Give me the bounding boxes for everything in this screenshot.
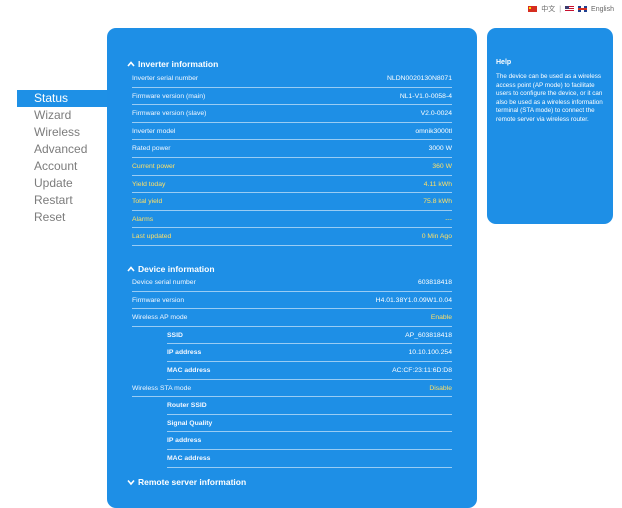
language-chinese-link[interactable]: 中文 [541,4,555,14]
sidebar-item-update[interactable]: Update [17,175,107,192]
china-flag-icon[interactable] [528,6,538,12]
table-row: Alarms --- [132,211,452,229]
device-info-table: Device serial number 603818418 Firmware v… [132,274,452,468]
table-row: Wireless STA mode Disable [132,380,452,398]
row-value: 603818418 [417,279,452,286]
inverter-info-table: Inverter serial number NLDN0020130N8071 F… [132,70,452,246]
table-row: MAC address [167,450,452,468]
table-row: Rated power 3000 W [132,140,452,158]
table-row: Router SSID [167,397,452,415]
sidebar-item-status[interactable]: Status [17,90,107,107]
row-label: Firmware version [132,296,185,304]
row-label: Wireless STA mode [132,384,192,392]
row-label: Inverter serial number [132,75,199,82]
table-row: Yield today 4.11 kWh [132,176,452,194]
table-row: MAC address AC:CF:23:11:6D:D8 [167,362,452,380]
sidebar-item-account[interactable]: Account [17,158,107,175]
row-label: IP address [167,437,202,445]
row-value: V2.0-0024 [420,110,452,118]
sidebar-item-advanced[interactable]: Advanced [17,141,107,158]
chevron-up-icon [127,265,135,273]
row-value: 75.8 kWh [423,198,452,206]
row-value: 10.10.100.254 [408,349,452,357]
chevron-down-icon [127,478,135,486]
row-value: NL1-V1.0-0058-4 [399,92,452,100]
sidebar-item-wireless[interactable]: Wireless [17,124,107,141]
row-value: 360 W [432,162,452,170]
row-label: Firmware version (main) [132,92,206,100]
row-value: 3000 W [428,145,452,153]
row-value: H4.01.38Y1.0.09W1.0.04 [375,296,452,304]
row-value: --- [445,215,452,223]
row-label: Router SSID [167,402,207,410]
table-row: IP address [167,432,452,450]
table-row: Inverter model omnik3000tl [132,123,452,141]
device-section-toggle[interactable]: Device information [127,264,215,274]
row-value: omnik3000tl [415,127,452,135]
table-row: Firmware version (main) NL1-V1.0-0058-4 [132,88,452,106]
row-label: MAC address [167,366,211,374]
table-row: Current power 360 W [132,158,452,176]
table-row: Firmware version H4.01.38Y1.0.09W1.0.04 [132,292,452,310]
sidebar-item-wizard[interactable]: Wizard [17,107,107,124]
table-row: SSID AP_603818418 [167,327,452,345]
row-label: Inverter model [132,127,176,135]
status-panel: Inverter information Inverter serial num… [107,28,477,508]
remote-section-title: Remote server information [138,477,247,487]
row-label: Rated power [132,145,171,153]
row-value: AC:CF:23:11:6D:D8 [392,366,452,374]
row-value: NLDN0020130N8071 [387,75,452,82]
row-label: Alarms [132,215,154,223]
table-row: Signal Quality [167,415,452,433]
row-value: AP_603818418 [405,331,452,339]
row-label: SSID [167,331,183,339]
row-value: Enable [430,314,452,322]
table-row: Total yield 75.8 kWh [132,193,452,211]
help-panel: Help The device can be used as a wireles… [487,28,613,224]
table-row: Last updated 0 Min Ago [132,228,452,246]
table-row: Device serial number 603818418 [132,274,452,292]
row-value: Disable [429,384,452,392]
device-section-title: Device information [138,264,215,274]
row-label: Firmware version (slave) [132,110,207,118]
sidebar-item-restart[interactable]: Restart [17,192,107,209]
language-english-link[interactable]: English [591,6,614,13]
row-label: Device serial number [132,279,196,286]
help-title: Help [496,59,512,66]
row-label: Current power [132,162,176,170]
remote-section-toggle[interactable]: Remote server information [127,477,246,487]
row-label: IP address [167,349,202,357]
sidebar-item-reset[interactable]: Reset [17,209,107,226]
row-value: 0 Min Ago [421,233,452,241]
language-selector: 中文 | English [528,4,614,14]
row-label: Total yield [132,198,163,206]
row-label: Yield today [132,180,166,188]
table-row: Wireless AP mode Enable [132,309,452,327]
row-label: MAC address [167,454,211,462]
table-row: Inverter serial number NLDN0020130N8071 [132,70,452,88]
row-label: Wireless AP mode [132,314,188,322]
row-value: 4.11 kWh [423,180,452,188]
help-text: The device can be used as a wireless acc… [496,73,603,123]
us-flag-icon[interactable] [565,6,575,12]
row-label: Last updated [132,233,172,241]
chevron-up-icon [127,60,135,68]
inverter-section-toggle[interactable]: Inverter information [127,59,218,69]
sidebar-nav: Status Wizard Wireless Advanced Account … [17,90,107,226]
table-row: Firmware version (slave) V2.0-0024 [132,105,452,123]
language-separator: | [559,5,562,13]
inverter-section-title: Inverter information [138,59,219,69]
uk-flag-icon[interactable] [578,6,588,12]
table-row: IP address 10.10.100.254 [167,344,452,362]
row-label: Signal Quality [167,419,213,427]
